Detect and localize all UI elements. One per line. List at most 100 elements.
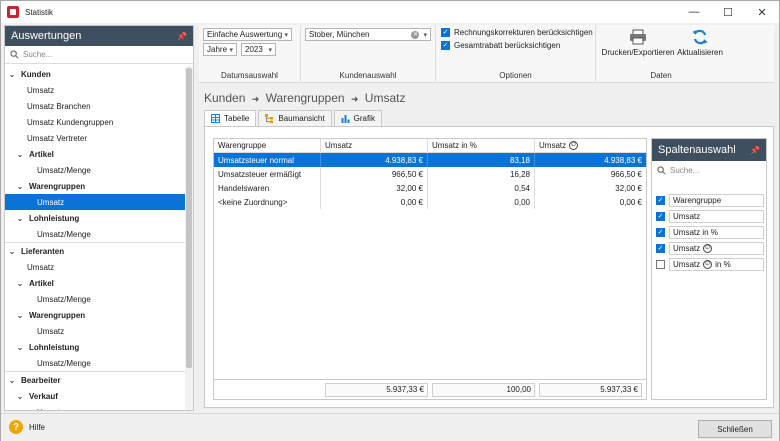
column-option[interactable]: ✓ Umsatz ∅ [656, 242, 764, 255]
sidebar-item[interactable]: Umsatz/Menge [5, 226, 185, 242]
column-option[interactable]: ✓ Umsatz [656, 210, 764, 223]
aktualisieren-label: Aktualisieren [677, 48, 723, 57]
chevron-down-icon[interactable]: ⌄ [15, 392, 25, 401]
clear-icon[interactable]: ✕ [411, 30, 420, 39]
sidebar-item[interactable]: Umsatz Vertreter [5, 130, 185, 146]
column-option-label: Umsatz [673, 212, 701, 221]
sidebar-search[interactable]: Suche... [5, 46, 193, 64]
chevron-down-icon[interactable]: ⌄ [15, 279, 25, 288]
footer-umsatz-total: 5.937,33 € [325, 382, 428, 397]
chevron-down-icon[interactable]: ⌄ [7, 376, 17, 385]
table-cell-pct: 0,00 [428, 195, 535, 209]
column-option[interactable]: ✓ Warengruppe [656, 194, 764, 207]
checkbox-checked-icon[interactable]: ✓ [656, 212, 665, 221]
sidebar-item[interactable]: ⌄ Kunden [5, 66, 185, 82]
table-cell-umsatz: 966,50 € [321, 167, 428, 181]
table-row[interactable]: Handelswaren 32,00 €0,54 32,00 € [214, 181, 646, 195]
sidebar-item[interactable]: Umsatz [5, 259, 185, 275]
chevron-down-icon[interactable]: ⌄ [15, 343, 25, 352]
jahr-combo[interactable]: 2023 ▾ [241, 43, 276, 56]
table-row[interactable]: <keine Zuordnung> 0,00 €0,00 0,00 € [214, 195, 646, 209]
tab-baumansicht[interactable]: Baumansicht [258, 110, 332, 126]
column-header-umsatz-avg[interactable]: Umsatz ∅ [535, 139, 646, 153]
table-cell-pct: 83,18 [428, 153, 535, 167]
sidebar-item[interactable]: ⌄ Lieferanten [5, 243, 185, 259]
zeitraum-combo[interactable]: Jahre ▾ [203, 43, 237, 56]
pin-icon[interactable]: 📌 [177, 32, 187, 41]
sidebar-item[interactable]: ⌄ Verkauf [5, 388, 185, 404]
help-button[interactable]: ? Hilfe [9, 420, 45, 434]
sidebar-item[interactable]: Umsatz [5, 404, 185, 411]
title-bar: Statistik — ☐ ✕ [1, 1, 779, 23]
sidebar-item-label: Verkauf [29, 391, 58, 401]
table-row[interactable]: Umsatzsteuer ermäßigt 966,50 €16,28 966,50… [214, 167, 646, 181]
aktualisieren-button[interactable]: Aktualisieren [676, 29, 724, 57]
chevron-down-icon[interactable]: ⌄ [15, 182, 25, 191]
checkbox-checked-icon[interactable]: ✓ [441, 28, 450, 37]
auswertungen-tree: ⌄ Kunden Umsatz Umsatz Branchen Umsatz Kunde… [5, 66, 185, 410]
column-header-warengruppe[interactable]: Warengruppe [214, 139, 321, 153]
spaltenauswahl-search[interactable]: Suche... [652, 161, 766, 179]
sidebar-item-label: Bearbeiter [21, 375, 61, 385]
schliessen-button[interactable]: Schließen [698, 420, 772, 438]
breadcrumb: Kunden ➜ Warengruppen ➜ Umsatz [204, 91, 405, 105]
checkbox-unchecked-icon[interactable] [656, 260, 665, 269]
sidebar-item[interactable]: ⌄ Warengruppen [5, 178, 185, 194]
table-cell-avg: 4.938,83 € [604, 155, 642, 165]
sidebar-item[interactable]: Umsatz [5, 194, 185, 210]
column-header-umsatz-prozent[interactable]: Umsatz in % [428, 139, 535, 153]
sidebar-header: Auswertungen 📌 [5, 26, 193, 46]
kundenauswahl-group: Stober, München ✕ ▾ Kundenauswahl [301, 25, 436, 83]
column-option[interactable]: Umsatz ∅ in % [656, 258, 764, 271]
sidebar-item[interactable]: Umsatz/Menge [5, 162, 185, 178]
sidebar-item-label: Umsatz/Menge [37, 165, 91, 175]
chevron-down-icon[interactable]: ⌄ [15, 150, 25, 159]
table-row[interactable]: Umsatzsteuer normal 4.938,83 €83,18 4.938,… [214, 153, 646, 167]
sidebar-item[interactable]: ⌄ Warengruppen [5, 307, 185, 323]
table-icon [211, 114, 220, 123]
spaltenauswahl-header: Spaltenauswahl 📌 [652, 139, 766, 161]
sidebar-item[interactable]: ⌄ Lohnleistung [5, 339, 185, 355]
chevron-down-icon: ▾ [284, 31, 288, 39]
chevron-down-icon[interactable]: ⌄ [15, 214, 25, 223]
tab-tabelle[interactable]: Tabelle [204, 110, 257, 126]
chevron-down-icon[interactable]: ⌄ [7, 70, 17, 79]
sidebar-item[interactable]: ⌄ Lohnleistung [5, 210, 185, 226]
auswertungsart-combo[interactable]: Einfache Auswertung ▾ [203, 28, 292, 41]
chevron-down-icon[interactable]: ⌄ [7, 247, 17, 256]
rechnungskorrekturen-option[interactable]: ✓ Rechnungskorrekturen berücksichtigen [441, 28, 593, 37]
tab-grafik[interactable]: Grafik [333, 110, 382, 126]
checkbox-checked-icon[interactable]: ✓ [656, 228, 665, 237]
sidebar-item[interactable]: Umsatz Kundengruppen [5, 114, 185, 130]
checkbox-checked-icon[interactable]: ✓ [656, 244, 665, 253]
checkbox-checked-icon[interactable]: ✓ [441, 41, 450, 50]
sidebar-item[interactable]: Umsatz/Menge [5, 355, 185, 371]
statistik-window: Statistik — ☐ ✕ Auswertungen 📌 Suche... … [0, 0, 780, 441]
sidebar-scrollbar[interactable] [185, 66, 193, 410]
close-window-button[interactable]: ✕ [745, 1, 779, 23]
sidebar-scrollbar-thumb[interactable] [186, 68, 192, 368]
column-header-umsatz-avg-label: Umsatz [539, 141, 567, 150]
sidebar-item[interactable]: Umsatz [5, 82, 185, 98]
sidebar-item-label: Kunden [21, 69, 51, 79]
column-option-box: Umsatz in % [669, 226, 764, 239]
sidebar-item[interactable]: ⌄ Bearbeiter [5, 372, 185, 388]
column-header-umsatz[interactable]: Umsatz [321, 139, 428, 153]
minimize-button[interactable]: — [677, 1, 711, 23]
gesamtrabatt-option[interactable]: ✓ Gesamtrabatt berücksichtigen [441, 41, 560, 50]
pin-icon[interactable]: 📌 [750, 146, 760, 155]
sidebar-item[interactable]: Umsatz [5, 323, 185, 339]
chevron-down-icon[interactable]: ⌄ [15, 311, 25, 320]
column-option[interactable]: ✓ Umsatz in % [656, 226, 764, 239]
sidebar-item[interactable]: Umsatz Branchen [5, 98, 185, 114]
sidebar-item[interactable]: ⌄ Artikel [5, 146, 185, 162]
kunden-combo[interactable]: Stober, München ✕ ▾ [305, 28, 431, 41]
maximize-button[interactable]: ☐ [711, 1, 745, 23]
drucken-exportieren-button[interactable]: Drucken/Exportieren [602, 29, 674, 57]
checkbox-checked-icon[interactable]: ✓ [656, 196, 665, 205]
umsatz-table: Warengruppe Umsatz Umsatz in % Umsatz ∅ … [213, 138, 647, 400]
sidebar-item[interactable]: ⌄ Artikel [5, 275, 185, 291]
search-icon [657, 165, 666, 174]
search-icon [10, 50, 19, 59]
sidebar-item[interactable]: Umsatz/Menge [5, 291, 185, 307]
